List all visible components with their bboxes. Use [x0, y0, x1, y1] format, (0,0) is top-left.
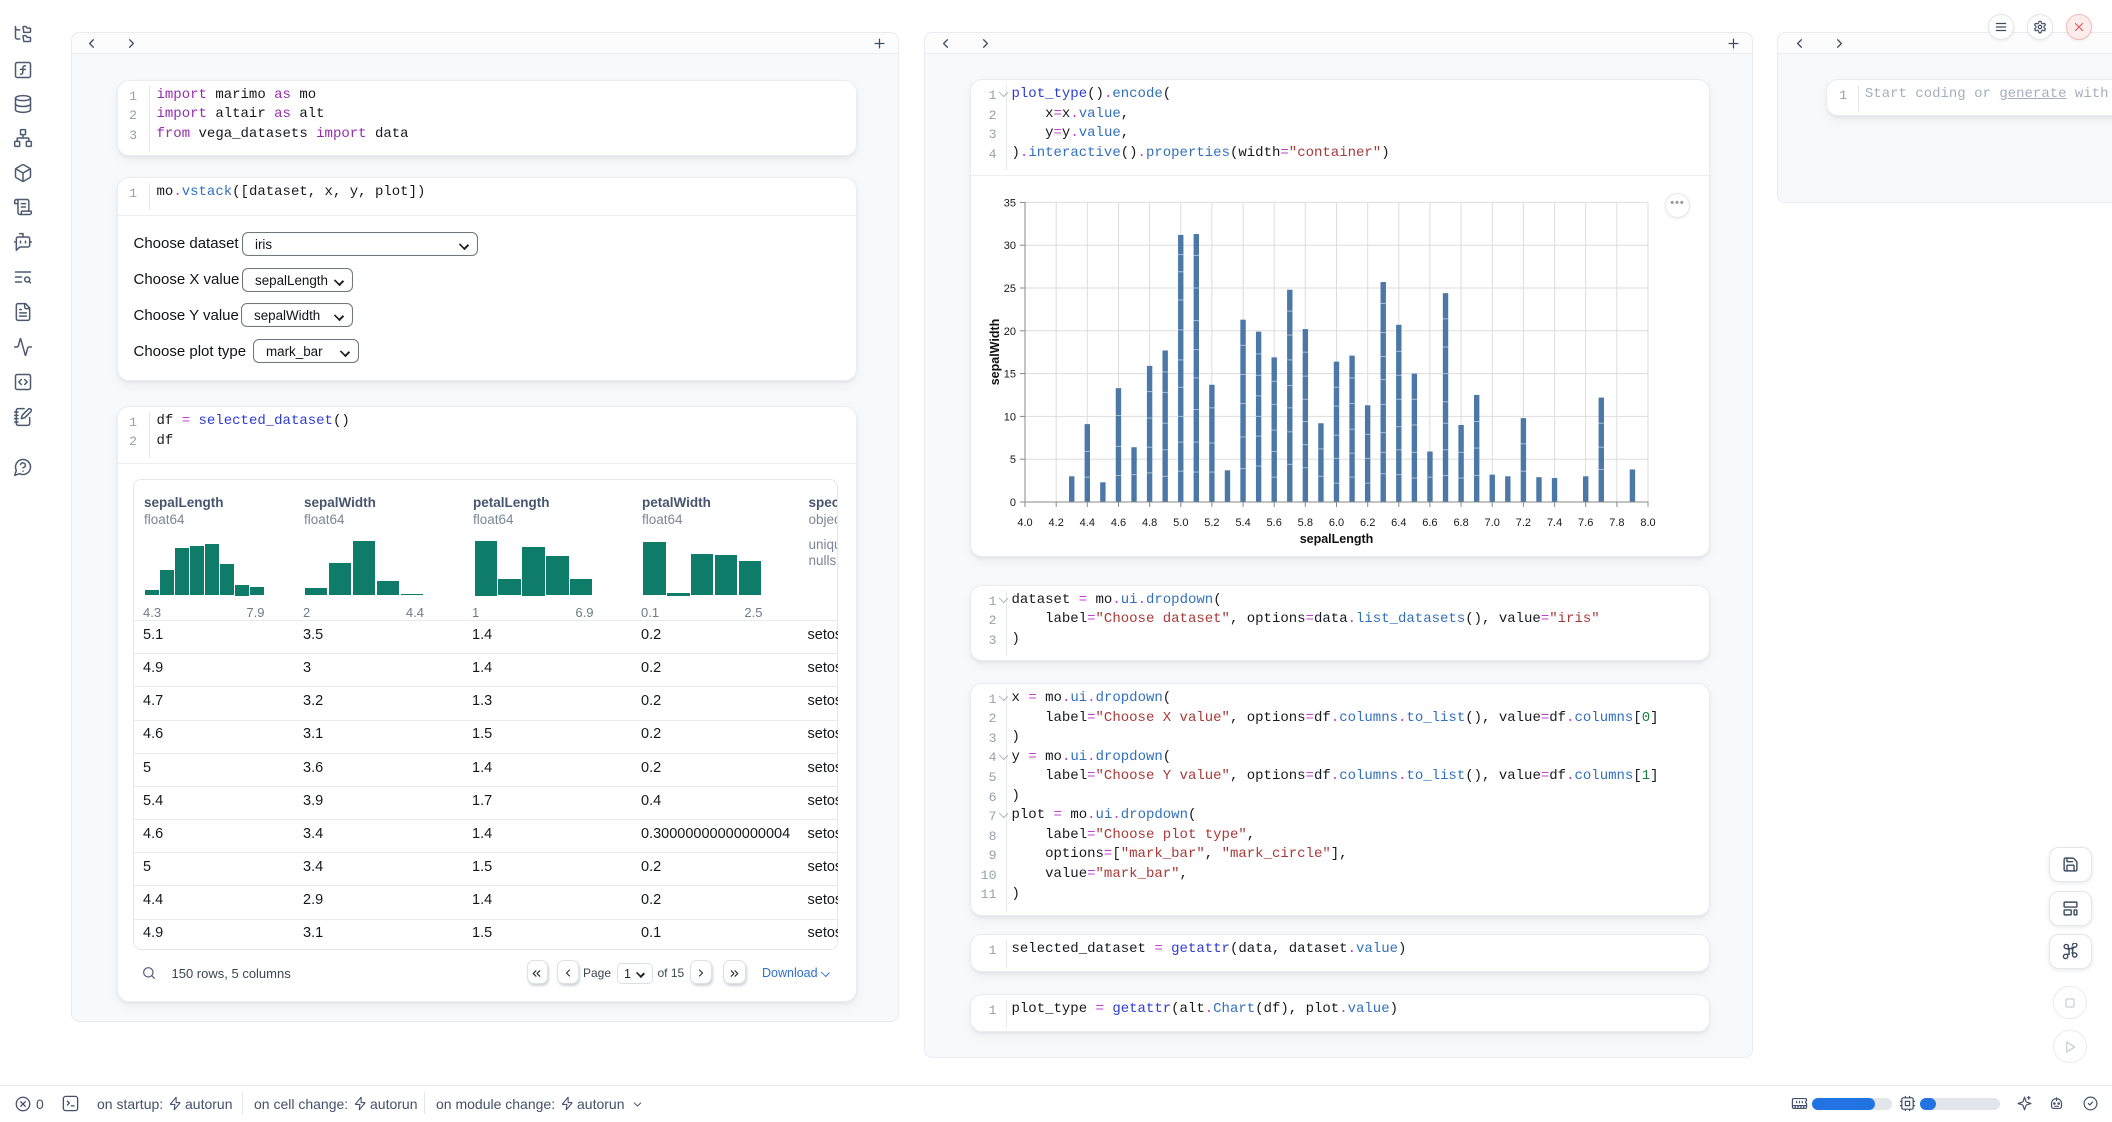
- svg-text:4.6: 4.6: [1111, 517, 1126, 529]
- svg-text:sepalWidth: sepalWidth: [988, 319, 1002, 386]
- svg-text:4.4: 4.4: [1080, 517, 1095, 529]
- svg-text:5.2: 5.2: [1204, 517, 1219, 529]
- svg-text:7.2: 7.2: [1516, 517, 1531, 529]
- svg-text:7.0: 7.0: [1485, 517, 1500, 529]
- svg-text:20: 20: [1004, 326, 1016, 338]
- svg-text:35: 35: [1004, 197, 1016, 209]
- svg-text:7.4: 7.4: [1547, 517, 1562, 529]
- svg-text:5.0: 5.0: [1173, 517, 1188, 529]
- svg-text:6.4: 6.4: [1391, 517, 1406, 529]
- svg-text:15: 15: [1004, 369, 1016, 381]
- svg-text:25: 25: [1004, 283, 1016, 295]
- svg-text:sepalLength: sepalLength: [1300, 532, 1374, 546]
- svg-text:10: 10: [1004, 411, 1016, 423]
- svg-text:6.0: 6.0: [1329, 517, 1344, 529]
- svg-text:30: 30: [1004, 240, 1016, 252]
- svg-text:4.0: 4.0: [1017, 517, 1032, 529]
- svg-text:6.8: 6.8: [1453, 517, 1468, 529]
- svg-text:8.0: 8.0: [1640, 517, 1655, 529]
- svg-text:7.8: 7.8: [1609, 517, 1624, 529]
- svg-text:6.6: 6.6: [1422, 517, 1437, 529]
- svg-text:5.4: 5.4: [1235, 517, 1250, 529]
- svg-text:4.2: 4.2: [1049, 517, 1064, 529]
- svg-text:4.8: 4.8: [1142, 517, 1157, 529]
- svg-text:5.8: 5.8: [1298, 517, 1313, 529]
- svg-text:6.2: 6.2: [1360, 517, 1375, 529]
- svg-text:7.6: 7.6: [1578, 517, 1593, 529]
- svg-text:0: 0: [1010, 497, 1016, 509]
- svg-text:5.6: 5.6: [1267, 517, 1282, 529]
- svg-text:5: 5: [1010, 454, 1016, 466]
